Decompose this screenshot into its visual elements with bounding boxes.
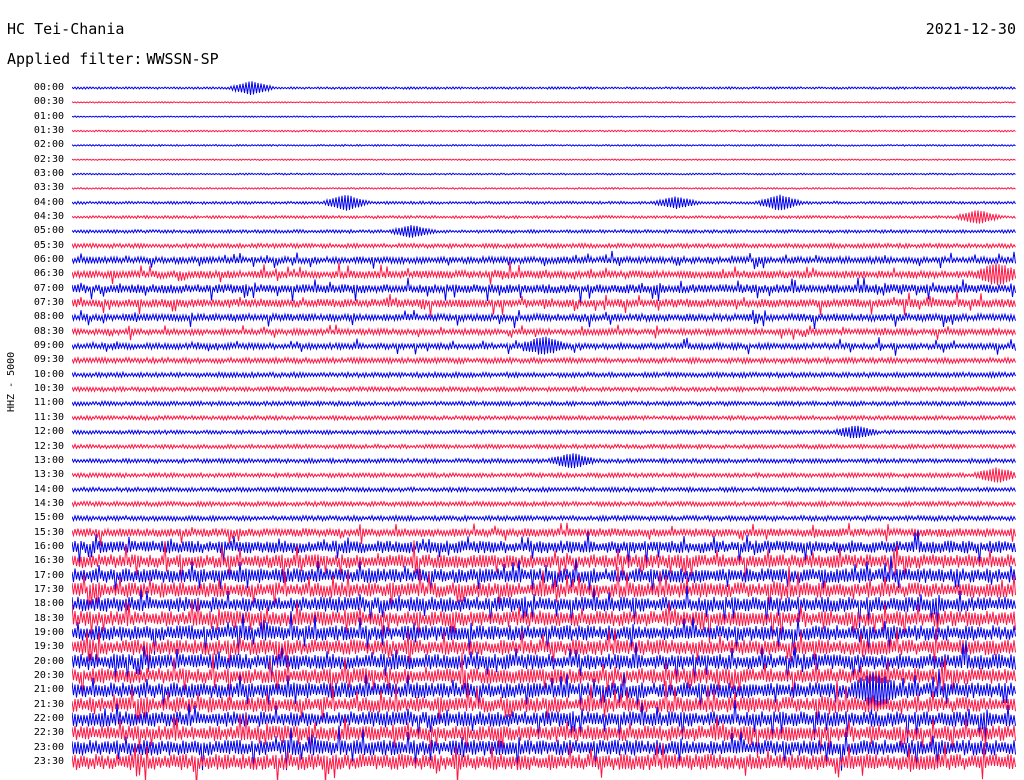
trace-1300 xyxy=(72,453,1016,469)
trace-0530 xyxy=(72,241,1016,250)
trace-0130 xyxy=(72,129,1016,133)
time-label: 21:00 xyxy=(33,684,64,696)
time-label: 13:00 xyxy=(33,454,64,466)
trace-1030 xyxy=(72,385,1016,393)
time-label: 08:30 xyxy=(33,325,64,337)
time-label: 07:30 xyxy=(33,297,64,309)
time-label: 12:30 xyxy=(33,440,64,452)
trace-1400 xyxy=(72,485,1016,494)
time-label: 18:00 xyxy=(33,598,64,610)
time-label: 23:30 xyxy=(33,755,64,767)
time-label: 04:00 xyxy=(33,196,64,208)
trace-1330 xyxy=(72,467,1016,483)
trace-1530 xyxy=(72,522,1016,546)
trace-1000 xyxy=(72,370,1016,380)
time-label: 01:00 xyxy=(33,110,64,122)
trace-1430 xyxy=(72,499,1016,508)
record-date: 2021-12-30 xyxy=(925,20,1016,38)
time-label: 15:30 xyxy=(33,526,64,538)
time-label: 16:00 xyxy=(33,540,64,552)
trace-0800 xyxy=(72,309,1016,329)
time-label: 22:30 xyxy=(33,727,64,739)
time-label: 06:30 xyxy=(33,268,64,280)
time-label: 00:30 xyxy=(33,96,64,108)
time-label: 02:00 xyxy=(33,139,64,151)
time-label: 14:00 xyxy=(33,483,64,495)
trace-0330 xyxy=(72,186,1016,190)
trace-1100 xyxy=(72,399,1016,408)
channel-label: HHZ - 5000 xyxy=(6,351,17,412)
trace-0500 xyxy=(72,225,1016,238)
trace-0830 xyxy=(72,324,1016,341)
time-label: 23:00 xyxy=(33,741,64,753)
trace-0930 xyxy=(72,355,1016,366)
time-label: 02:30 xyxy=(33,153,64,165)
trace-0730 xyxy=(72,291,1016,317)
time-label: 12:00 xyxy=(33,426,64,438)
trace-0700 xyxy=(72,277,1016,303)
time-label: 16:30 xyxy=(33,555,64,567)
time-label: 17:30 xyxy=(33,583,64,595)
trace-1500 xyxy=(72,514,1016,523)
time-label: 03:00 xyxy=(33,168,64,180)
time-label: 06:00 xyxy=(33,254,64,266)
filter-value: WWSSN-SP xyxy=(146,50,219,68)
time-label: 20:30 xyxy=(33,669,64,681)
time-label: 15:00 xyxy=(33,512,64,524)
trace-0430 xyxy=(72,210,1016,224)
time-label: 22:00 xyxy=(33,712,64,724)
trace-0300 xyxy=(72,172,1016,176)
trace-1230 xyxy=(72,442,1016,450)
time-label: 19:30 xyxy=(33,641,64,653)
time-label: 11:30 xyxy=(33,411,64,423)
trace-0230 xyxy=(72,158,1016,162)
trace-0900 xyxy=(72,336,1016,356)
time-label: 11:00 xyxy=(33,397,64,409)
trace-1200 xyxy=(72,425,1016,439)
time-label: 20:00 xyxy=(33,655,64,667)
time-label: 09:00 xyxy=(33,340,64,352)
time-label: 05:30 xyxy=(33,239,64,251)
seismogram-plot xyxy=(72,81,1016,780)
trace-0100 xyxy=(72,115,1016,119)
time-label: 04:30 xyxy=(33,211,64,223)
time-label: 05:00 xyxy=(33,225,64,237)
time-label: 10:30 xyxy=(33,383,64,395)
time-label: 09:30 xyxy=(33,354,64,366)
time-label: 10:00 xyxy=(33,368,64,380)
time-label: 18:30 xyxy=(33,612,64,624)
trace-0000 xyxy=(72,81,1016,95)
time-label: 14:30 xyxy=(33,497,64,509)
time-label: 08:00 xyxy=(33,311,64,323)
trace-0400 xyxy=(72,194,1016,211)
trace-0200 xyxy=(72,143,1016,147)
trace-1130 xyxy=(72,414,1016,422)
trace-0630 xyxy=(72,261,1016,286)
time-label: 21:30 xyxy=(33,698,64,710)
time-label: 17:00 xyxy=(33,569,64,581)
time-label: 00:00 xyxy=(33,82,64,93)
time-label: 07:00 xyxy=(33,282,64,294)
time-label: 01:30 xyxy=(33,125,64,137)
time-label: 03:30 xyxy=(33,182,64,194)
time-label: 13:30 xyxy=(33,469,64,481)
trace-0600 xyxy=(72,250,1016,270)
time-label: 19:00 xyxy=(33,626,64,638)
trace-0030 xyxy=(72,100,1016,104)
